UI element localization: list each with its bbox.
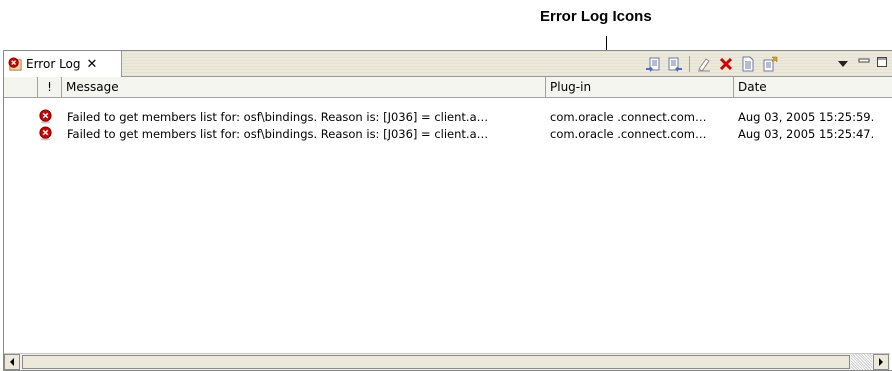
- column-header-date[interactable]: Date: [734, 77, 892, 97]
- column-header-plugin[interactable]: Plug-in: [546, 77, 734, 97]
- table-header: ! Message Plug-in Date: [4, 77, 892, 98]
- error-log-toolbar: [642, 54, 781, 74]
- error-log-view: Error Log ✕ ! Message Plug-in Date Faile…: [3, 50, 892, 371]
- annotation-label: Error Log Icons: [540, 8, 652, 25]
- error-log-tab-icon: [8, 56, 22, 71]
- row-plugin: com.oracle .connect.com…: [550, 127, 707, 141]
- export-log-icon[interactable]: [642, 54, 664, 74]
- error-icon: [39, 126, 52, 141]
- row-message: Failed to get members list for: osf\bind…: [67, 110, 489, 124]
- arrow-right-icon: [879, 358, 883, 366]
- column-header-spacer: [4, 77, 38, 97]
- table-row[interactable]: Failed to get members list for: osf\bind…: [4, 109, 892, 126]
- column-header-severity[interactable]: !: [38, 77, 62, 97]
- clear-log-viewer-icon[interactable]: [693, 54, 715, 74]
- row-date: Aug 03, 2005 15:25:47.: [738, 127, 875, 141]
- error-icon: [39, 109, 52, 124]
- tab-label: Error Log: [26, 57, 81, 71]
- scroll-right-button[interactable]: [873, 354, 889, 370]
- view-menu-icon[interactable]: [837, 59, 849, 69]
- arrow-left-icon: [10, 358, 14, 366]
- scrollbar-thumb[interactable]: [22, 355, 850, 369]
- column-header-message[interactable]: Message: [62, 77, 546, 97]
- scroll-left-button[interactable]: [4, 354, 20, 370]
- row-message: Failed to get members list for: osf\bind…: [67, 127, 489, 141]
- tab-error-log[interactable]: Error Log ✕: [4, 51, 122, 77]
- restore-log-icon[interactable]: [759, 54, 781, 74]
- close-icon[interactable]: ✕: [87, 58, 98, 71]
- toolbar-separator: [689, 56, 690, 72]
- row-date: Aug 03, 2005 15:25:59.: [738, 110, 875, 124]
- import-log-icon[interactable]: [664, 54, 686, 74]
- view-tab-bar: Error Log ✕: [4, 51, 892, 77]
- row-plugin: com.oracle .connect.com…: [550, 110, 707, 124]
- scrollbar-track[interactable]: [851, 354, 872, 370]
- maximize-icon[interactable]: [876, 56, 888, 68]
- delete-log-icon[interactable]: [715, 54, 737, 74]
- table-row[interactable]: Failed to get members list for: osf\bind…: [4, 126, 892, 143]
- open-log-icon[interactable]: [737, 54, 759, 74]
- horizontal-scrollbar[interactable]: [4, 353, 890, 370]
- minimize-icon[interactable]: [858, 56, 870, 68]
